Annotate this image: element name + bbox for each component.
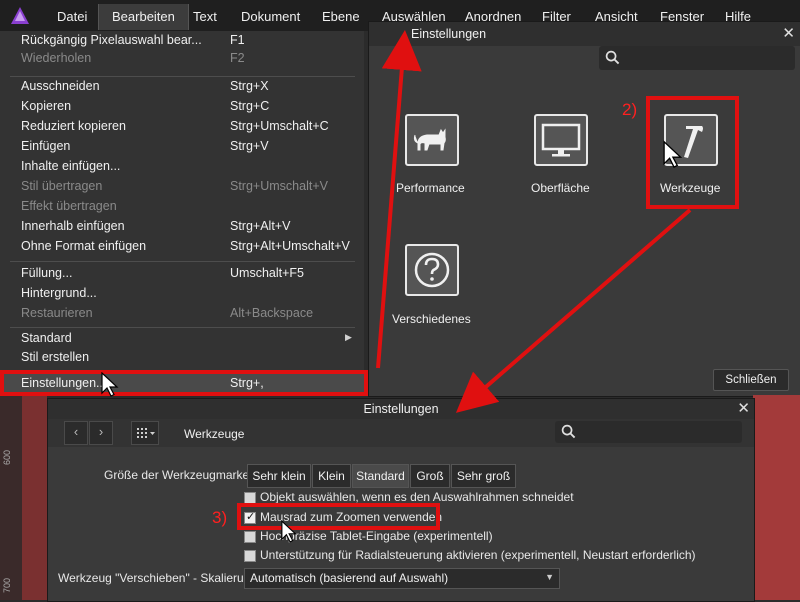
step-number-2: 2) [622, 100, 638, 119]
highlight-mousewheel-checkbox [237, 503, 440, 530]
mouse-cursor-icon [663, 140, 683, 168]
highlight-tools-category [646, 96, 739, 209]
step-number-3: 3) [212, 508, 228, 527]
mouse-cursor-icon [101, 372, 119, 397]
arrow-to-tools-page [455, 208, 692, 413]
highlight-preferences-menu-item [0, 370, 368, 396]
mouse-cursor-icon [281, 520, 297, 543]
arrow-to-preferences-dialog [376, 30, 422, 369]
